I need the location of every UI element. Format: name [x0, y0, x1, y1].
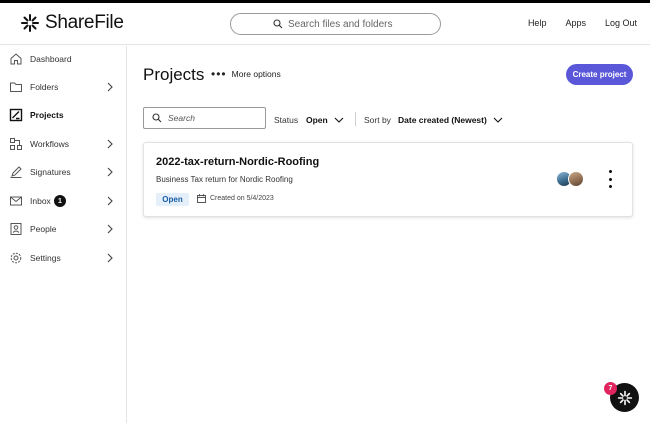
help-link[interactable]: Help [528, 18, 547, 28]
more-options-button[interactable]: ••• More options [211, 67, 281, 81]
sidebar-item-label: Inbox [30, 196, 51, 206]
chevron-right-icon [107, 224, 113, 234]
status-badge: Open [156, 193, 189, 206]
sidebar-item-label: People [30, 224, 57, 234]
sharefile-assistant-icon [617, 390, 632, 405]
inbox-count-badge: 1 [54, 195, 66, 207]
sidebar-item-label: Dashboard [30, 54, 72, 64]
search-icon [152, 113, 162, 123]
sharefile-logo[interactable]: ShareFile [20, 12, 124, 34]
apps-link[interactable]: Apps [565, 18, 586, 28]
home-icon [10, 53, 22, 65]
project-members[interactable] [556, 171, 586, 189]
calendar-icon [197, 194, 206, 203]
chevron-right-icon [107, 82, 113, 92]
notification-badge: 7 [604, 382, 617, 395]
sidebar-item-label: Projects [30, 110, 64, 120]
sidebar-item-label: Workflows [30, 139, 70, 149]
workflow-icon [10, 138, 22, 150]
contact-icon [10, 223, 22, 235]
logo-text: ShareFile [45, 12, 124, 33]
status-filter-value: Open [306, 115, 328, 125]
global-search-box[interactable] [230, 13, 441, 35]
project-description: Business Tax return for Nordic Roofing [156, 175, 293, 184]
sharefile-logo-icon [21, 14, 39, 32]
header-links: Help Apps Log Out [528, 18, 637, 28]
sidebar-item-folders[interactable]: Folders [0, 74, 126, 100]
projects-icon [9, 108, 23, 122]
more-vertical-icon[interactable] [606, 170, 614, 188]
search-icon [273, 19, 283, 29]
sidebar-item-workflows[interactable]: Workflows [0, 131, 126, 157]
project-search-box[interactable] [143, 107, 266, 129]
chevron-down-icon [493, 117, 503, 123]
sidebar-item-label: Settings [30, 253, 61, 263]
sidebar-item-label: Folders [30, 82, 59, 92]
sidebar-item-signatures[interactable]: Signatures [0, 159, 126, 185]
sidebar-item-inbox[interactable]: Inbox 1 [0, 188, 126, 214]
gear-icon [10, 252, 22, 264]
chevron-right-icon [107, 139, 113, 149]
chevron-right-icon [107, 167, 113, 177]
created-date-text: Created on 5/4/2023 [210, 195, 274, 202]
create-project-button[interactable]: Create project [566, 64, 633, 85]
sort-value: Date created (Newest) [398, 115, 487, 125]
status-filter-label: Status [274, 115, 299, 125]
more-horizontal-icon: ••• [211, 67, 227, 81]
created-date: Created on 5/4/2023 [197, 194, 274, 203]
sidebar-item-people[interactable]: People [0, 216, 126, 242]
project-card[interactable]: 2022-tax-return-Nordic-Roofing Business … [143, 142, 633, 217]
sort-label: Sort by [364, 115, 391, 125]
envelope-icon [10, 196, 22, 206]
avatar[interactable] [568, 171, 584, 187]
sidebar-item-settings[interactable]: Settings [0, 245, 126, 271]
chevron-right-icon [107, 253, 113, 263]
sidebar-item-projects[interactable]: Projects [0, 102, 126, 128]
sidebar-item-dashboard[interactable]: Dashboard [0, 46, 126, 72]
sidebar-item-label: Signatures [30, 167, 71, 177]
chevron-right-icon [107, 196, 113, 206]
more-options-label: More options [231, 69, 281, 79]
app-header: ShareFile Help Apps Log Out [0, 3, 650, 45]
filter-divider [355, 112, 356, 126]
sort-dropdown[interactable]: Date created (Newest) [398, 115, 503, 125]
page-title: Projects [143, 65, 205, 84]
pen-icon [10, 166, 22, 178]
logout-link[interactable]: Log Out [605, 18, 637, 28]
status-filter-dropdown[interactable]: Open [306, 115, 344, 125]
folder-icon [10, 82, 22, 92]
sidebar: Dashboard Folders Projects Workflows Sig… [0, 46, 127, 423]
project-title[interactable]: 2022-tax-return-Nordic-Roofing [156, 156, 319, 168]
global-search-input[interactable] [288, 18, 398, 30]
project-search-input[interactable] [168, 113, 258, 123]
chevron-down-icon [334, 117, 344, 123]
